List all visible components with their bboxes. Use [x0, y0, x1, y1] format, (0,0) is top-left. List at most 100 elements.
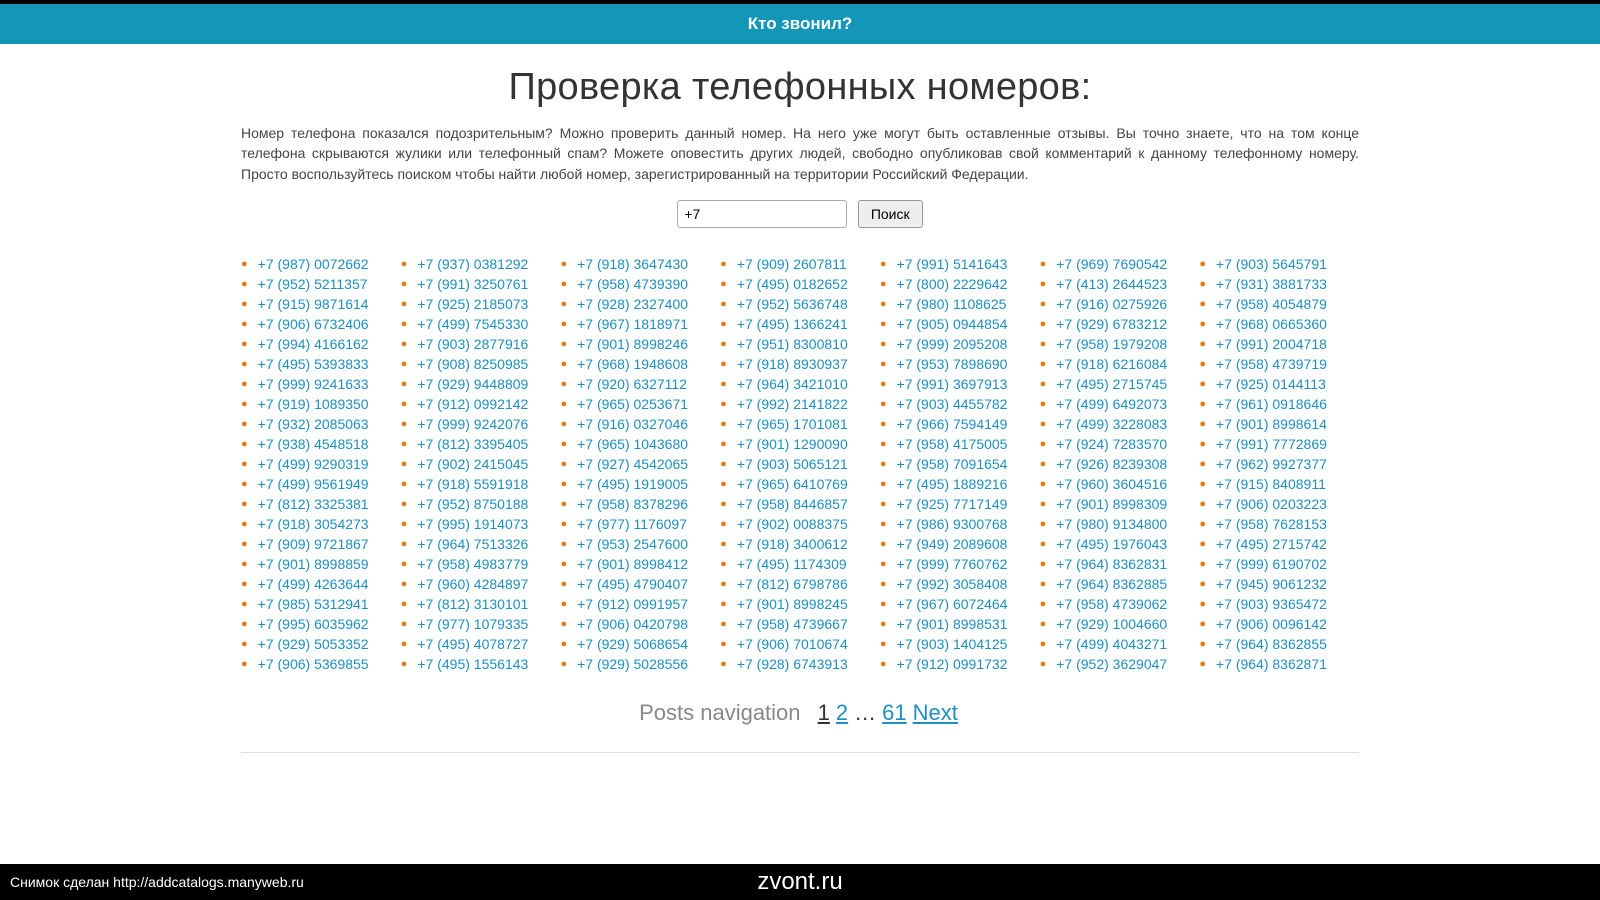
phone-link[interactable]: +7 (903) 2877916 [417, 334, 528, 354]
phone-link[interactable]: +7 (967) 1818971 [577, 314, 688, 334]
phone-link[interactable]: +7 (906) 6732406 [258, 314, 369, 334]
phone-link[interactable]: +7 (958) 4983779 [417, 554, 528, 574]
search-input[interactable] [677, 200, 847, 228]
phone-link[interactable]: +7 (964) 8362885 [1056, 574, 1167, 594]
phone-link[interactable]: +7 (903) 5065121 [737, 454, 848, 474]
page-link[interactable]: 1 [818, 700, 830, 725]
page-link[interactable]: 61 [882, 700, 906, 725]
phone-link[interactable]: +7 (812) 3395405 [417, 434, 528, 454]
phone-link[interactable]: +7 (495) 1919005 [577, 474, 688, 494]
phone-link[interactable]: +7 (965) 6410769 [737, 474, 848, 494]
phone-link[interactable]: +7 (925) 7717149 [897, 494, 1008, 514]
phone-link[interactable]: +7 (919) 1089350 [258, 394, 369, 414]
phone-link[interactable]: +7 (994) 4166162 [258, 334, 369, 354]
phone-link[interactable]: +7 (918) 3400612 [737, 534, 848, 554]
phone-link[interactable]: +7 (901) 8998531 [897, 614, 1008, 634]
phone-link[interactable]: +7 (960) 3604516 [1056, 474, 1167, 494]
phone-link[interactable]: +7 (951) 8300810 [737, 334, 848, 354]
phone-link[interactable]: +7 (812) 3130101 [417, 594, 528, 614]
phone-link[interactable]: +7 (932) 2085063 [258, 414, 369, 434]
phone-link[interactable]: +7 (906) 0203223 [1216, 494, 1327, 514]
phone-link[interactable]: +7 (499) 9290319 [258, 454, 369, 474]
phone-link[interactable]: +7 (966) 7594149 [897, 414, 1008, 434]
phone-link[interactable]: +7 (906) 7010674 [737, 634, 848, 654]
phone-link[interactable]: +7 (495) 4790407 [577, 574, 688, 594]
phone-link[interactable]: +7 (980) 1108625 [897, 294, 1007, 314]
phone-link[interactable]: +7 (927) 4542065 [577, 454, 688, 474]
phone-link[interactable]: +7 (965) 0253671 [577, 394, 688, 414]
phone-link[interactable]: +7 (495) 1174309 [737, 554, 847, 574]
phone-link[interactable]: +7 (962) 9927377 [1216, 454, 1327, 474]
phone-link[interactable]: +7 (901) 8998309 [1056, 494, 1167, 514]
phone-link[interactable]: +7 (903) 4455782 [897, 394, 1008, 414]
phone-link[interactable]: +7 (929) 5053352 [258, 634, 369, 654]
phone-link[interactable]: +7 (901) 8998412 [577, 554, 688, 574]
phone-link[interactable]: +7 (909) 2607811 [737, 254, 847, 274]
phone-link[interactable]: +7 (952) 3629047 [1056, 654, 1167, 674]
phone-link[interactable]: +7 (986) 9300768 [897, 514, 1008, 534]
phone-link[interactable]: +7 (987) 0072662 [258, 254, 369, 274]
phone-link[interactable]: +7 (964) 7513326 [417, 534, 528, 554]
phone-link[interactable]: +7 (995) 1914073 [417, 514, 528, 534]
phone-link[interactable]: +7 (495) 1889216 [897, 474, 1008, 494]
phone-link[interactable]: +7 (960) 4284897 [417, 574, 528, 594]
phone-link[interactable]: +7 (968) 1948608 [577, 354, 688, 374]
phone-link[interactable]: +7 (901) 8998859 [258, 554, 369, 574]
phone-link[interactable]: +7 (977) 1079335 [417, 614, 528, 634]
phone-link[interactable]: +7 (929) 9448809 [417, 374, 528, 394]
phone-link[interactable]: +7 (929) 1004660 [1056, 614, 1167, 634]
phone-link[interactable]: +7 (916) 0327046 [577, 414, 688, 434]
phone-link[interactable]: +7 (903) 5645791 [1216, 254, 1327, 274]
phone-link[interactable]: +7 (995) 6035962 [258, 614, 369, 634]
phone-link[interactable]: +7 (901) 8998614 [1216, 414, 1327, 434]
phone-link[interactable]: +7 (905) 0944854 [897, 314, 1008, 334]
phone-link[interactable]: +7 (999) 7760762 [897, 554, 1008, 574]
phone-link[interactable]: +7 (999) 9242076 [417, 414, 528, 434]
phone-link[interactable]: +7 (495) 1366241 [737, 314, 848, 334]
phone-link[interactable]: +7 (958) 7091654 [897, 454, 1008, 474]
page-next[interactable]: Next [913, 700, 958, 725]
phone-link[interactable]: +7 (912) 0992142 [417, 394, 528, 414]
phone-link[interactable]: +7 (495) 5393833 [258, 354, 369, 374]
phone-link[interactable]: +7 (964) 8362871 [1216, 654, 1327, 674]
phone-link[interactable]: +7 (945) 9061232 [1216, 574, 1327, 594]
phone-link[interactable]: +7 (902) 2415045 [417, 454, 528, 474]
phone-link[interactable]: +7 (969) 7690542 [1056, 254, 1167, 274]
phone-link[interactable]: +7 (968) 0665360 [1216, 314, 1327, 334]
phone-link[interactable]: +7 (964) 8362831 [1056, 554, 1167, 574]
phone-link[interactable]: +7 (961) 0918646 [1216, 394, 1327, 414]
phone-link[interactable]: +7 (958) 4739062 [1056, 594, 1167, 614]
phone-link[interactable]: +7 (991) 3250761 [417, 274, 528, 294]
phone-link[interactable]: +7 (991) 7772869 [1216, 434, 1327, 454]
phone-link[interactable]: +7 (916) 0275926 [1056, 294, 1167, 314]
phone-link[interactable]: +7 (499) 6492073 [1056, 394, 1167, 414]
phone-link[interactable]: +7 (918) 3647430 [577, 254, 688, 274]
phone-link[interactable]: +7 (965) 1043680 [577, 434, 688, 454]
phone-link[interactable]: +7 (903) 1404125 [897, 634, 1008, 654]
phone-link[interactable]: +7 (985) 5312941 [258, 594, 369, 614]
phone-link[interactable]: +7 (991) 3697913 [897, 374, 1008, 394]
phone-link[interactable]: +7 (964) 8362855 [1216, 634, 1327, 654]
phone-link[interactable]: +7 (901) 8998246 [577, 334, 688, 354]
phone-link[interactable]: +7 (912) 0991732 [897, 654, 1008, 674]
phone-link[interactable]: +7 (958) 1979208 [1056, 334, 1167, 354]
phone-link[interactable]: +7 (499) 7545330 [417, 314, 528, 334]
phone-link[interactable]: +7 (920) 6327112 [577, 374, 687, 394]
phone-link[interactable]: +7 (953) 7898690 [897, 354, 1008, 374]
phone-link[interactable]: +7 (958) 7628153 [1216, 514, 1327, 534]
phone-link[interactable]: +7 (977) 1176097 [577, 514, 687, 534]
phone-link[interactable]: +7 (499) 4043271 [1056, 634, 1167, 654]
phone-link[interactable]: +7 (958) 4739667 [737, 614, 848, 634]
phone-link[interactable]: +7 (901) 8998245 [737, 594, 848, 614]
page-link[interactable]: 2 [836, 700, 848, 725]
phone-link[interactable]: +7 (999) 2095208 [897, 334, 1008, 354]
phone-link[interactable]: +7 (918) 8930937 [737, 354, 848, 374]
phone-link[interactable]: +7 (964) 3421010 [737, 374, 848, 394]
phone-link[interactable]: +7 (958) 4175005 [897, 434, 1008, 454]
phone-link[interactable]: +7 (958) 4054879 [1216, 294, 1327, 314]
phone-link[interactable]: +7 (991) 5141643 [897, 254, 1008, 274]
phone-link[interactable]: +7 (499) 4263644 [258, 574, 369, 594]
phone-link[interactable]: +7 (915) 8408911 [1216, 474, 1326, 494]
phone-link[interactable]: +7 (906) 0096142 [1216, 614, 1327, 634]
phone-link[interactable]: +7 (495) 2715745 [1056, 374, 1167, 394]
